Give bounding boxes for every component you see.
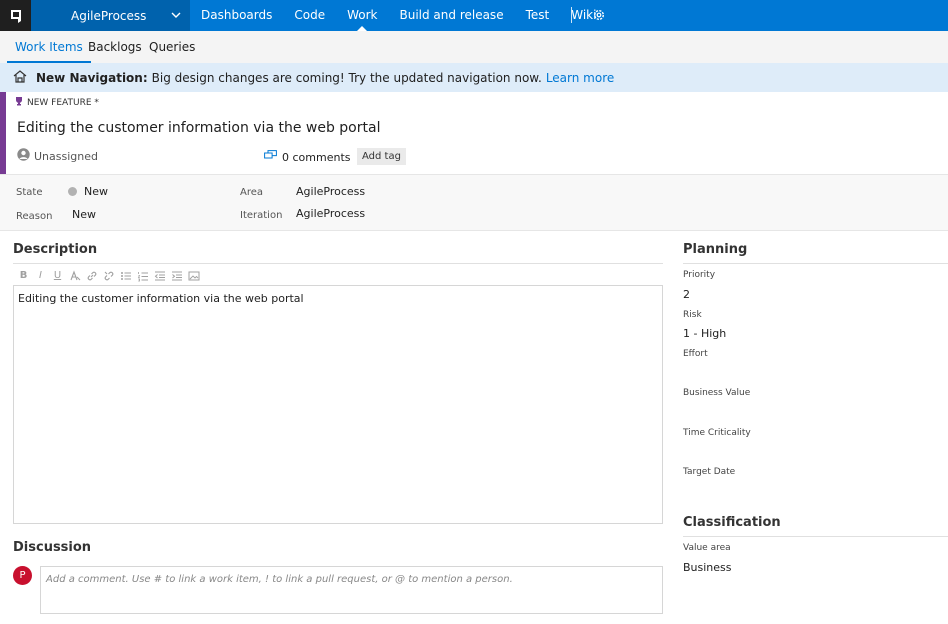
tab-backlogs[interactable]: Backlogs [88, 31, 142, 63]
nav-code[interactable]: Code [283, 0, 336, 31]
description-divider [13, 263, 663, 264]
nav-work[interactable]: Work [336, 0, 388, 31]
description-text: Editing the customer information via the… [18, 292, 304, 305]
vsts-logo-icon[interactable] [0, 0, 31, 31]
assignee-control[interactable]: Unassigned [17, 148, 98, 164]
reason-label: Reason [16, 211, 53, 222]
navigation-banner: New Navigation: Big design changes are c… [0, 63, 948, 92]
description-heading: Description [13, 242, 98, 257]
core-fields [0, 174, 948, 231]
classification-divider [683, 536, 948, 537]
nav-test[interactable]: Test [515, 0, 561, 31]
tab-work-items[interactable]: Work Items [7, 31, 91, 63]
planning-divider [683, 263, 948, 264]
discussion-heading: Discussion [13, 540, 92, 555]
priority-value[interactable]: 2 [683, 288, 690, 301]
comments-link[interactable]: 0 comments [264, 150, 351, 164]
banner-text: Big design changes are coming! Try the u… [151, 70, 542, 85]
sub-nav: Work Items Backlogs Queries [0, 31, 948, 63]
numbered-list-icon[interactable] [136, 269, 149, 282]
link-icon[interactable] [85, 269, 98, 282]
comment-icon [264, 150, 277, 164]
gear-icon[interactable] [592, 8, 606, 25]
bullet-list-icon[interactable] [119, 269, 132, 282]
highlight-icon[interactable] [68, 269, 81, 282]
bold-icon[interactable]: B [17, 269, 30, 282]
state-indicator [68, 187, 77, 196]
project-selector[interactable]: AgileProcess [31, 0, 190, 31]
effort-label: Effort [683, 349, 708, 359]
risk-value[interactable]: 1 - High [683, 327, 726, 340]
comment-input[interactable]: Add a comment. Use # to link a work item… [40, 566, 663, 614]
italic-icon[interactable]: I [34, 269, 47, 282]
priority-label: Priority [683, 270, 716, 280]
image-icon[interactable] [187, 269, 200, 282]
business-value-label: Business Value [683, 388, 751, 398]
state-value[interactable]: New [84, 185, 108, 198]
avatar-icon [17, 148, 30, 164]
unlink-icon[interactable] [102, 269, 115, 282]
new-navigation-icon [12, 69, 28, 86]
work-item-color-bar [0, 92, 6, 174]
learn-more-link[interactable]: Learn more [546, 71, 614, 85]
time-criticality-label: Time Criticality [683, 428, 751, 438]
nav-dashboards[interactable]: Dashboards [190, 0, 283, 31]
work-item-title[interactable]: Editing the customer information via the… [17, 120, 380, 136]
add-tag-button[interactable]: Add tag [357, 148, 406, 165]
planning-heading: Planning [683, 242, 748, 257]
work-item-type-label: NEW FEATURE * [27, 97, 99, 108]
reason-value[interactable]: New [72, 208, 96, 221]
value-area-label: Value area [683, 543, 731, 553]
area-value[interactable]: AgileProcess [296, 185, 365, 198]
underline-icon[interactable]: U [51, 269, 64, 282]
state-label: State [16, 187, 43, 198]
area-label: Area [240, 187, 264, 198]
comments-count: 0 comments [282, 150, 351, 164]
iteration-label: Iteration [240, 210, 283, 221]
nav-divider [571, 7, 572, 23]
value-area-value[interactable]: Business [683, 561, 732, 574]
description-editor[interactable] [13, 285, 663, 524]
banner-title: New Navigation: [36, 70, 148, 85]
assignee-name: Unassigned [34, 149, 98, 163]
target-date-label: Target Date [683, 467, 736, 477]
avatar: P [13, 566, 32, 585]
top-bar: AgileProcess Dashboards Code Work Build … [0, 0, 948, 31]
classification-heading: Classification [683, 515, 781, 530]
indent-icon[interactable] [170, 269, 183, 282]
outdent-icon[interactable] [153, 269, 166, 282]
nav-build-and-release[interactable]: Build and release [388, 0, 514, 31]
tab-queries[interactable]: Queries [149, 31, 195, 63]
chevron-down-icon [170, 9, 182, 24]
iteration-value[interactable]: AgileProcess [296, 207, 365, 220]
risk-label: Risk [683, 310, 702, 320]
trophy-icon [14, 96, 24, 109]
project-name: AgileProcess [71, 8, 147, 23]
work-item-type: NEW FEATURE * [14, 96, 99, 109]
rich-text-toolbar: B I U [17, 269, 200, 282]
